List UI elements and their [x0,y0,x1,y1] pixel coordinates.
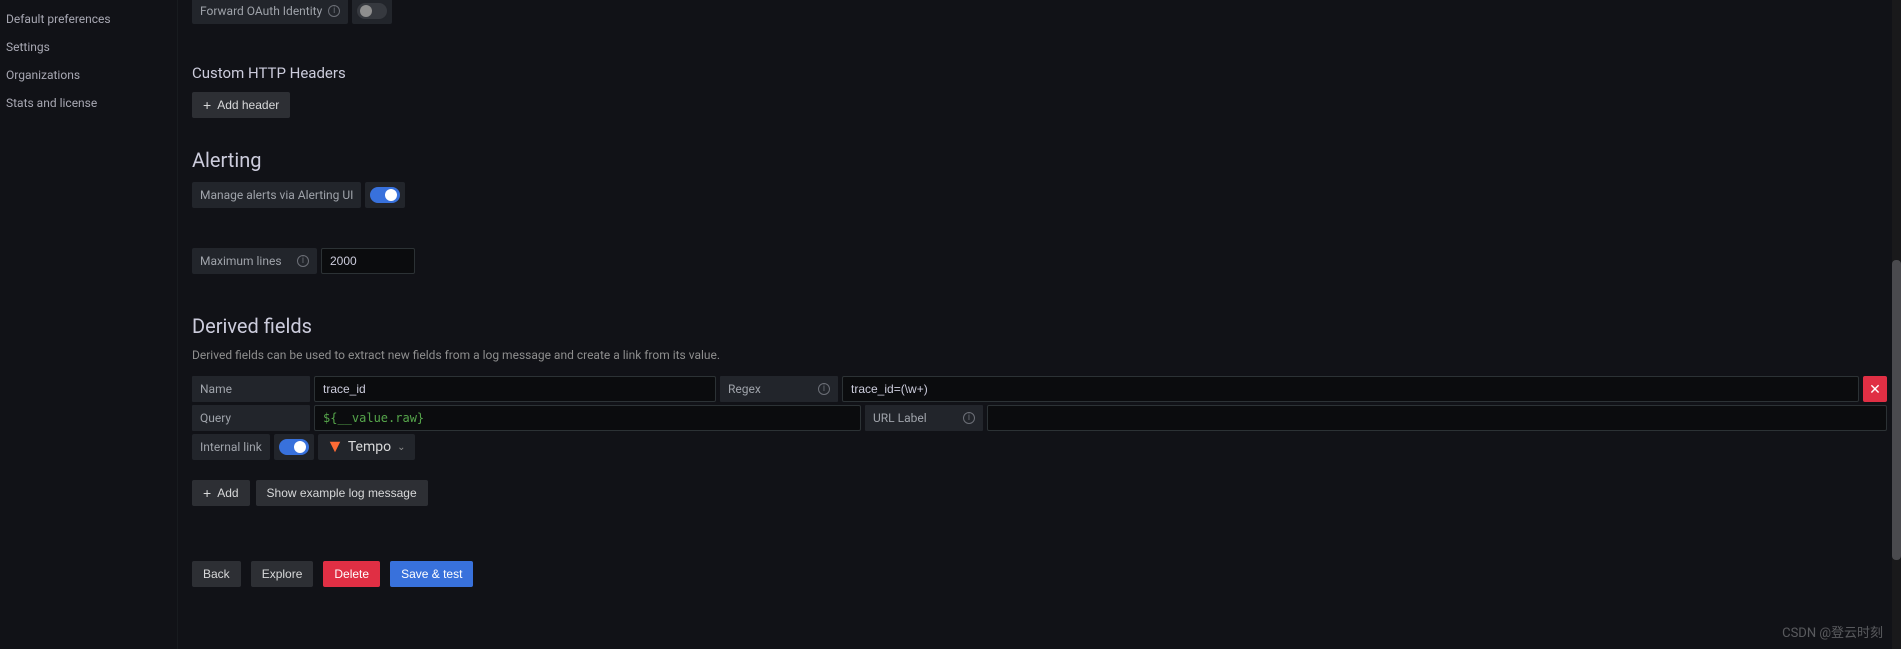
url-label-label: URL Label i [865,405,983,431]
regex-label: Regex i [720,376,838,402]
max-lines-input[interactable] [321,248,415,274]
button-label: Back [203,567,230,581]
name-label: Name [192,376,310,402]
explore-button[interactable]: Explore [251,561,314,587]
custom-headers-title: Custom HTTP Headers [192,64,1887,82]
button-label: Explore [262,567,303,581]
derived-url-label-input[interactable] [987,405,1887,431]
main-content: Forward OAuth Identity i Custom HTTP Hea… [177,0,1901,649]
sidebar: Default preferences Settings Organizatio… [0,0,177,649]
delete-button[interactable]: Delete [323,561,380,587]
derived-fields-buttons: + Add Show example log message [192,480,1887,506]
datasource-name: Tempo [348,439,391,455]
label-text: Regex [728,382,761,396]
add-derived-button[interactable]: + Add [192,480,250,506]
scrollbar-track [1892,0,1901,649]
label-text: Name [200,382,232,396]
button-label: Add [217,486,238,500]
toggle-wrapper [352,0,392,24]
add-header-button[interactable]: + Add header [192,92,290,118]
button-label: Delete [334,567,369,581]
label-text: Maximum lines [200,254,282,268]
info-icon[interactable]: i [328,5,340,17]
internal-link-label: Internal link [192,434,270,460]
show-example-button[interactable]: Show example log message [256,480,428,506]
bottom-action-bar: Back Explore Delete Save & test [192,561,1887,587]
remove-field-button[interactable]: ✕ [1863,376,1887,402]
label-text: URL Label [873,411,927,425]
info-icon[interactable]: i [818,383,830,395]
derived-fields-title: Derived fields [192,314,1887,338]
close-icon: ✕ [1869,381,1881,398]
sidebar-item-default-preferences[interactable]: Default preferences [0,5,177,33]
derived-field-row-2: Query URL Label i [192,405,1887,431]
save-test-button[interactable]: Save & test [390,561,473,587]
manage-alerts-toggle[interactable] [369,186,401,204]
plus-icon: + [203,486,211,500]
max-lines-label: Maximum lines i [192,248,317,274]
toggle-wrapper [365,182,405,208]
info-icon[interactable]: i [297,255,309,267]
button-label: Show example log message [267,486,417,500]
tempo-icon [328,440,342,454]
label-text: Manage alerts via Alerting UI [200,188,353,202]
derived-query-input[interactable] [314,405,861,431]
datasource-picker[interactable]: Tempo ⌄ [318,434,416,460]
derived-name-input[interactable] [314,376,716,402]
derived-field-row-1: Name Regex i ✕ [192,376,1887,402]
button-label: Add header [217,98,279,112]
button-label: Save & test [401,567,462,581]
back-button[interactable]: Back [192,561,241,587]
manage-alerts-label: Manage alerts via Alerting UI [192,182,361,208]
label-text: Internal link [200,440,262,454]
alerting-title: Alerting [192,148,1887,172]
forward-oauth-label: Forward OAuth Identity i [192,0,348,24]
internal-link-toggle[interactable] [278,438,310,456]
forward-oauth-toggle[interactable] [356,2,388,20]
derived-regex-input[interactable] [842,376,1859,402]
info-icon[interactable]: i [963,412,975,424]
label-text: Query [200,411,231,425]
label-text: Forward OAuth Identity [200,4,322,18]
sidebar-item-organizations[interactable]: Organizations [0,61,177,89]
toggle-wrapper [274,434,314,460]
sidebar-item-stats-license[interactable]: Stats and license [0,89,177,117]
scrollbar-thumb[interactable] [1892,260,1901,560]
plus-icon: + [203,98,211,112]
derived-fields-description: Derived fields can be used to extract ne… [192,348,1887,362]
sidebar-item-settings[interactable]: Settings [0,33,177,61]
chevron-down-icon: ⌄ [397,442,405,453]
query-label: Query [192,405,310,431]
